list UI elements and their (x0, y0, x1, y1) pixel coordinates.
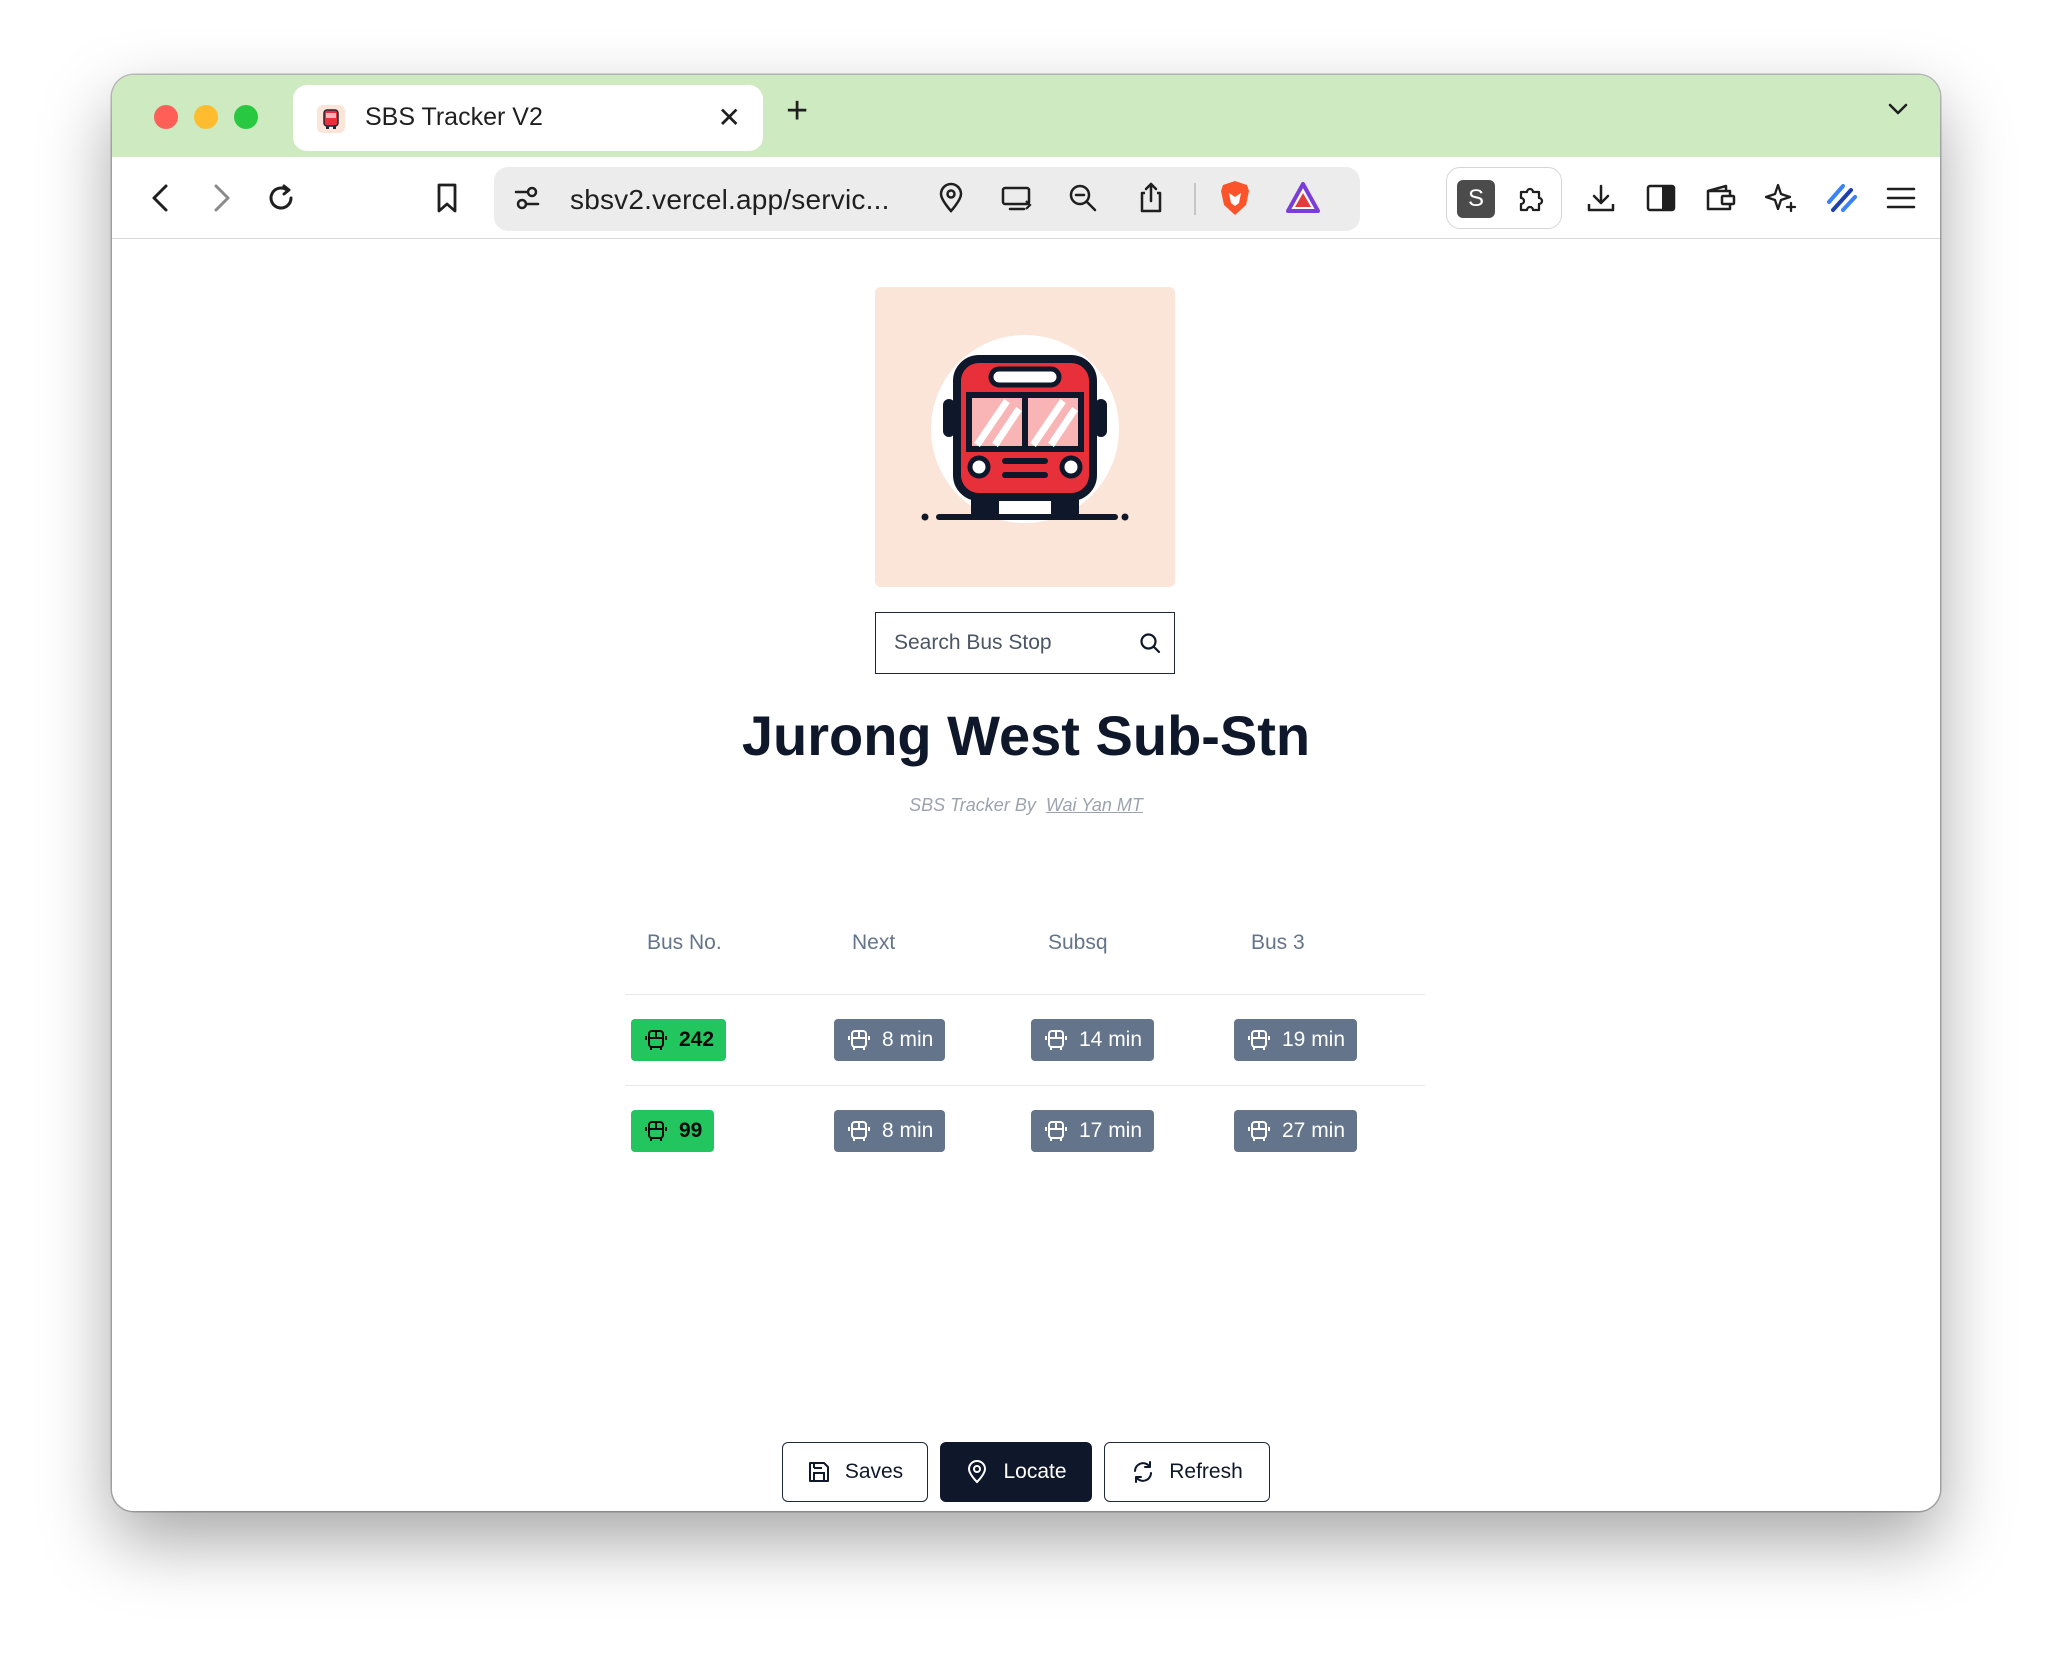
sidebar-icon[interactable] (1642, 179, 1680, 217)
minimize-window-button[interactable] (194, 105, 218, 129)
search-input[interactable]: Search Bus Stop (875, 612, 1175, 674)
bus-favicon-icon (317, 105, 345, 133)
bus-number: 99 (679, 1119, 703, 1142)
brave-rewards-icon[interactable] (1284, 179, 1322, 217)
locate-button[interactable]: Locate (940, 1442, 1092, 1502)
save-icon (808, 1462, 829, 1482)
arrival-next-badge: 8 min (834, 1110, 946, 1152)
header-bus-no: Bus No. (647, 931, 722, 954)
locate-label: Locate (1003, 1460, 1067, 1483)
arrival-subsq-badge: 17 min (1031, 1110, 1155, 1152)
share-icon[interactable] (1132, 179, 1170, 217)
arrival-subsq: 14 min (1079, 1028, 1143, 1051)
arrival-bus3: 27 min (1282, 1119, 1346, 1142)
arrival-bus3: 19 min (1282, 1028, 1346, 1051)
bus-number-badge[interactable]: 99 (631, 1110, 715, 1152)
search-icon[interactable] (1138, 631, 1162, 660)
bus-logo (875, 287, 1175, 587)
cast-icon[interactable] (998, 179, 1036, 217)
address-bar[interactable]: sbsv2.vercel.app/servic... (494, 167, 1360, 231)
bus-stop-title: Jurong West Sub-Stn (741, 704, 1311, 767)
byline: SBS Tracker By Wai Yan MT (112, 795, 1940, 816)
tab-bar: SBS Tracker V2 ✕ + (112, 75, 1940, 157)
new-tab-button[interactable]: + (786, 91, 808, 131)
refresh-label: Refresh (1169, 1460, 1243, 1483)
arrival-subsq-badge: 14 min (1031, 1019, 1155, 1061)
bus-icon (645, 1030, 667, 1050)
author-link[interactable]: Wai Yan MT (1046, 795, 1143, 815)
bus-number: 242 (679, 1028, 715, 1051)
search-placeholder[interactable]: Search Bus Stop (894, 631, 1052, 655)
vpn-extension-icon[interactable] (1822, 179, 1860, 217)
header-subsq: Subsq (1048, 931, 1108, 954)
bus-icon (1045, 1121, 1067, 1141)
arrival-next: 8 min (882, 1119, 934, 1142)
site-settings-icon[interactable] (508, 179, 546, 217)
ai-sparkle-icon[interactable] (1762, 179, 1800, 217)
arrival-bus3-badge: 19 min (1234, 1019, 1358, 1061)
forward-icon[interactable] (202, 179, 240, 217)
refresh-button[interactable]: Refresh (1104, 1442, 1270, 1502)
map-pin-icon (968, 1460, 987, 1484)
extension-s-icon[interactable]: S (1457, 180, 1495, 218)
browser-toolbar: sbsv2.vercel.app/servic... S (112, 157, 1940, 239)
bus-icon (1248, 1030, 1270, 1050)
browser-window: SBS Tracker V2 ✕ + sbsv2.vercel.app/serv… (112, 75, 1940, 1511)
maximize-window-button[interactable] (234, 105, 258, 129)
table-header: Bus No. Next Subsq Bus 3 (625, 899, 1425, 995)
refresh-icon (1134, 1461, 1153, 1483)
arrival-bus3-badge: 27 min (1234, 1110, 1358, 1152)
arrival-subsq: 17 min (1079, 1119, 1143, 1142)
close-tab-icon[interactable]: ✕ (718, 101, 741, 134)
saves-button[interactable]: Saves (782, 1442, 928, 1502)
arrival-next: 8 min (882, 1028, 934, 1051)
arrivals-table: Bus No. Next Subsq Bus 3 242 8 min 14 mi… (625, 899, 1425, 1177)
page-content: Search Bus Stop Jurong West Sub-Stn SBS … (112, 239, 1940, 1511)
download-icon[interactable] (1582, 179, 1620, 217)
bookmark-icon[interactable] (428, 179, 466, 217)
header-next: Next (852, 931, 896, 954)
location-pin-icon[interactable] (932, 179, 970, 217)
url-text[interactable]: sbsv2.vercel.app/servic... (570, 184, 890, 216)
menu-icon[interactable] (1882, 179, 1920, 217)
arrival-next-badge: 8 min (834, 1019, 946, 1061)
tab-title: SBS Tracker V2 (365, 103, 543, 131)
brave-shields-icon[interactable] (1216, 179, 1254, 217)
bus-icon (921, 335, 1129, 523)
bus-icon (1045, 1030, 1067, 1050)
back-icon[interactable] (142, 179, 180, 217)
bus-icon (848, 1121, 870, 1141)
bus-icon (848, 1030, 870, 1050)
chevron-down-icon[interactable] (1886, 97, 1910, 126)
bus-icon (645, 1121, 667, 1141)
close-window-button[interactable] (154, 105, 178, 129)
bus-number-badge[interactable]: 242 (631, 1019, 727, 1061)
header-bus3: Bus 3 (1251, 931, 1305, 954)
url-divider (1194, 183, 1196, 215)
zoom-out-icon[interactable] (1064, 179, 1102, 217)
extension-group: S (1446, 167, 1562, 229)
table-row: 242 8 min 14 min 19 min (625, 995, 1425, 1086)
tab-sbs-tracker[interactable]: SBS Tracker V2 ✕ (293, 85, 763, 151)
reload-icon[interactable] (262, 179, 300, 217)
saves-label: Saves (844, 1460, 904, 1483)
table-row: 99 8 min 17 min 27 min (625, 1086, 1425, 1177)
byline-prefix: SBS Tracker By (909, 795, 1036, 815)
bus-icon (1248, 1121, 1270, 1141)
wallet-icon[interactable] (1702, 179, 1740, 217)
extensions-puzzle-icon[interactable] (1513, 180, 1551, 218)
